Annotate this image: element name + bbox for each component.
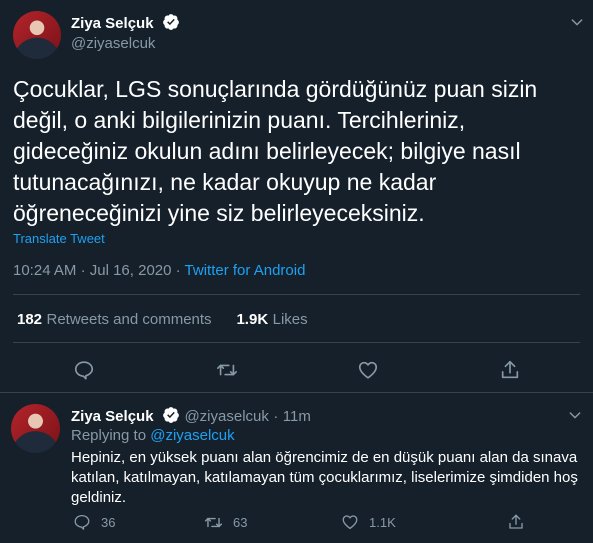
retweet-icon <box>204 513 223 532</box>
retweet-icon[interactable] <box>216 359 238 381</box>
reply-action-like[interactable]: 1.1K <box>341 513 396 531</box>
divider <box>0 392 593 393</box>
chevron-down-icon[interactable] <box>569 14 585 30</box>
like-count: 1.1K <box>369 514 396 530</box>
reply-count: 36 <box>101 514 116 530</box>
reply-time[interactable]: 11m <box>283 408 311 425</box>
author-handle[interactable]: @ziyaselcuk <box>71 35 155 52</box>
likes-label: Likes <box>272 311 308 328</box>
divider <box>13 342 580 343</box>
reply-action-retweet[interactable]: 63 <box>204 513 247 532</box>
reply-text-line: geldiniz. <box>71 489 127 506</box>
tweet-text-line: değil, o anki bilgilerinizin puanı. Terc… <box>13 107 466 133</box>
reply-author-handle[interactable]: @ziyaselcuk <box>184 408 268 425</box>
tweet-stats: 182 Retweets and comments 1.9K Likes <box>17 311 308 329</box>
replying-to-label: Replying to <box>71 427 147 444</box>
retweets-label: Retweets and comments <box>46 311 212 328</box>
translate-tweet-link[interactable]: Translate Tweet <box>13 231 105 246</box>
reply-text: Hepiniz, en yüksek puanı alan öğrencimiz… <box>71 448 586 508</box>
likes-stat[interactable]: 1.9K Likes <box>236 311 307 328</box>
share-icon[interactable] <box>499 359 521 381</box>
tweet-time[interactable]: 10:24 AM <box>13 262 76 279</box>
meta-separator: · <box>273 408 279 425</box>
replying-to: Replying to @ziyaselcuk <box>71 427 235 444</box>
reply-author-name[interactable]: Ziya Selçuk <box>71 408 154 425</box>
likes-count: 1.9K <box>236 311 269 328</box>
reply-author-avatar[interactable] <box>11 404 60 453</box>
share-icon[interactable] <box>507 513 525 531</box>
like-icon <box>341 513 359 531</box>
tweet-meta: 10:24 AM · Jul 16, 2020 · Twitter for An… <box>13 262 305 279</box>
author-name[interactable]: Ziya Selçuk <box>71 15 154 32</box>
like-icon[interactable] <box>357 359 379 381</box>
reply-header: Ziya Selçuk @ziyaselcuk · 11m <box>71 406 311 429</box>
tweet-text-line: Çocuklar, LGS sonuçlarında gördüğünüz pu… <box>13 76 538 102</box>
tweet-text-line: gideceğiniz okulun adını belirleyecek; b… <box>13 138 521 164</box>
tweet-source-link[interactable]: Twitter for Android <box>185 262 306 279</box>
meta-separator: · <box>175 262 181 279</box>
retweet-count: 63 <box>233 515 248 530</box>
chevron-down-icon[interactable] <box>567 407 583 423</box>
reply-icon[interactable] <box>73 359 95 381</box>
replying-to-handle-link[interactable]: @ziyaselcuk <box>150 427 234 444</box>
tweet-text-line: tutunacağınızı, ne kadar okuyup ne kadar <box>13 169 437 195</box>
divider <box>13 294 580 295</box>
tweet-text: Çocuklar, LGS sonuçlarında gördüğünüz pu… <box>13 74 588 229</box>
retweets-stat[interactable]: 182 Retweets and comments <box>17 311 216 328</box>
verified-badge-icon <box>162 13 180 36</box>
tweet-text-line: öğreneceğinizi yine siz belirleyeceksini… <box>13 200 425 226</box>
retweets-count: 182 <box>17 311 43 328</box>
meta-separator: · <box>80 262 86 279</box>
reply-action-reply[interactable]: 36 <box>73 513 115 531</box>
reply-text-line: Hepiniz, en yüksek puanı alan öğrencimiz… <box>71 449 578 466</box>
verified-badge-icon <box>162 406 180 429</box>
author-avatar[interactable] <box>13 11 61 59</box>
reply-text-line: katılan, katılmayan, katılamayan tüm çoc… <box>71 469 578 486</box>
author-name-row[interactable]: Ziya Selçuk <box>71 13 180 36</box>
reply-icon <box>73 513 91 531</box>
tweet-date[interactable]: Jul 16, 2020 <box>90 262 172 279</box>
